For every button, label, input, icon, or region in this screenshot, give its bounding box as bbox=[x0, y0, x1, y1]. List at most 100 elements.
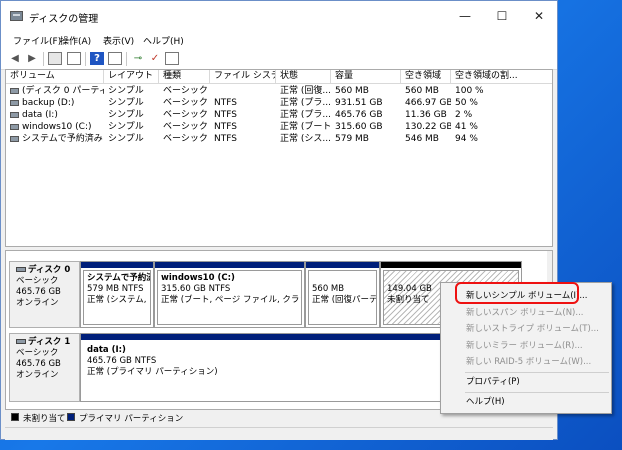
menu-help[interactable]: ヘルプ(H) bbox=[143, 34, 184, 47]
volume-cell-free-percent[interactable]: 94 % bbox=[451, 133, 552, 145]
partition-windows10[interactable]: windows10 (C:) 315.60 GB NTFS 正常 (ブート, ペ… bbox=[154, 261, 305, 328]
volume-cell-type[interactable]: ベーシック bbox=[159, 121, 210, 133]
partition-status: 正常 (回復パーテ bbox=[312, 295, 377, 305]
close-button[interactable]: ✕ bbox=[521, 1, 557, 31]
volume-cell-filesystem[interactable]: NTFS bbox=[210, 97, 276, 109]
volume-cell-filesystem[interactable]: NTFS bbox=[210, 109, 276, 121]
view-icon[interactable] bbox=[165, 52, 179, 65]
volume-icon bbox=[10, 123, 19, 130]
check-icon[interactable]: ✓ bbox=[148, 52, 162, 65]
volume-cell-filesystem[interactable]: NTFS bbox=[210, 133, 276, 145]
status-bar bbox=[5, 427, 553, 440]
volume-cell-capacity[interactable]: 315.60 GB bbox=[331, 121, 401, 133]
volume-cell-free-space[interactable]: 546 MB bbox=[401, 133, 451, 145]
col-filesystem[interactable]: ファイル システム bbox=[210, 70, 276, 84]
volume-cell-volume[interactable]: data (I:) bbox=[6, 109, 104, 121]
volume-cell-free-percent[interactable]: 41 % bbox=[451, 121, 552, 133]
legend-primary-label: プライマリ パーティション bbox=[79, 414, 184, 424]
connect-drive-icon[interactable]: ⊸ bbox=[131, 52, 145, 65]
menu-new-raid5-volume[interactable]: 新しい RAID-5 ボリューム(W)... bbox=[466, 356, 591, 369]
volume-cell-free-space[interactable]: 560 MB bbox=[401, 85, 451, 97]
disk-1-type: ベーシック bbox=[16, 348, 59, 358]
volume-name: (ディスク 0 パーティ... bbox=[22, 86, 104, 96]
volume-cell-layout[interactable]: シンプル bbox=[104, 121, 159, 133]
volume-cell-volume[interactable]: backup (D:) bbox=[6, 97, 104, 109]
console-tree-icon[interactable] bbox=[48, 52, 62, 65]
volume-cell-layout[interactable]: シンプル bbox=[104, 109, 159, 121]
legend-unallocated-swatch bbox=[11, 413, 19, 421]
volume-name: data (I:) bbox=[22, 110, 58, 120]
menu-action[interactable]: 操作(A) bbox=[60, 34, 91, 47]
help-icon[interactable]: ? bbox=[90, 52, 104, 65]
properties-icon[interactable] bbox=[108, 52, 122, 65]
menu-separator bbox=[465, 392, 609, 393]
toolbar-separator bbox=[85, 52, 86, 66]
menu-new-striped-volume[interactable]: 新しいストライプ ボリューム(T)... bbox=[466, 323, 599, 336]
volume-cell-status[interactable]: 正常 (シス... bbox=[276, 133, 331, 145]
menu-new-mirrored-volume[interactable]: 新しいミラー ボリューム(R)... bbox=[466, 340, 583, 353]
partition-recovery[interactable]: 560 MB 正常 (回復パーテ bbox=[305, 261, 380, 328]
volume-cell-type[interactable]: ベーシック bbox=[159, 85, 210, 97]
disk-0-label[interactable]: ディスク 0 ベーシック 465.76 GB オンライン bbox=[9, 261, 80, 328]
disk-icon bbox=[16, 339, 26, 344]
list-view-icon[interactable] bbox=[67, 52, 81, 65]
partition-bar bbox=[81, 262, 153, 268]
volume-name: システムで予約済み bbox=[22, 134, 103, 144]
disk-1-label[interactable]: ディスク 1 ベーシック 465.76 GB オンライン bbox=[9, 333, 80, 402]
volume-cell-capacity[interactable]: 931.51 GB bbox=[331, 97, 401, 109]
volume-cell-capacity[interactable]: 579 MB bbox=[331, 133, 401, 145]
volume-cell-free-percent[interactable]: 50 % bbox=[451, 97, 552, 109]
volume-cell-volume[interactable]: システムで予約済み bbox=[6, 133, 104, 145]
volume-cell-layout[interactable]: シンプル bbox=[104, 133, 159, 145]
volume-cell-free-space[interactable]: 130.22 GB bbox=[401, 121, 451, 133]
back-icon[interactable]: ◀ bbox=[8, 52, 22, 65]
volume-cell-volume[interactable]: windows10 (C:) bbox=[6, 121, 104, 133]
disk-1-status: オンライン bbox=[16, 370, 59, 380]
volume-cell-volume[interactable]: (ディスク 0 パーティ... bbox=[6, 85, 104, 97]
disk-0-status: オンライン bbox=[16, 298, 59, 308]
volume-cell-status[interactable]: 正常 (プラ... bbox=[276, 97, 331, 109]
volume-cell-capacity[interactable]: 560 MB bbox=[331, 85, 401, 97]
menu-bar: ファイル(F) 操作(A) 表示(V) ヘルプ(H) bbox=[1, 31, 557, 49]
volume-cell-type[interactable]: ベーシック bbox=[159, 97, 210, 109]
legend-primary-swatch bbox=[67, 413, 75, 421]
volume-cell-free-percent[interactable]: 100 % bbox=[451, 85, 552, 97]
volume-cell-capacity[interactable]: 465.76 GB bbox=[331, 109, 401, 121]
forward-icon[interactable]: ▶ bbox=[25, 52, 39, 65]
col-type[interactable]: 種類 bbox=[159, 70, 210, 84]
volume-cell-layout[interactable]: シンプル bbox=[104, 97, 159, 109]
minimize-button[interactable]: — bbox=[447, 1, 483, 31]
menu-view[interactable]: 表示(V) bbox=[103, 34, 134, 47]
menu-help-item[interactable]: ヘルプ(H) bbox=[466, 396, 505, 409]
volume-cell-free-space[interactable]: 11.36 GB bbox=[401, 109, 451, 121]
title-bar[interactable]: ディスクの管理 — ☐ ✕ bbox=[1, 1, 557, 31]
col-status[interactable]: 状態 bbox=[276, 70, 331, 84]
disk-0-type: ベーシック bbox=[16, 276, 59, 286]
partition-size: 315.60 GB NTFS bbox=[161, 284, 231, 294]
disk-1-size: 465.76 GB bbox=[16, 359, 61, 369]
col-free-percent[interactable]: 空き領域の割... bbox=[451, 70, 552, 84]
volume-cell-free-percent[interactable]: 2 % bbox=[451, 109, 552, 121]
col-free-space[interactable]: 空き領域 bbox=[401, 70, 451, 84]
col-volume[interactable]: ボリューム bbox=[6, 70, 104, 84]
menu-separator bbox=[465, 372, 609, 373]
menu-properties[interactable]: プロパティ(P) bbox=[466, 376, 520, 389]
menu-file[interactable]: ファイル(F) bbox=[13, 34, 61, 47]
maximize-button[interactable]: ☐ bbox=[484, 1, 520, 31]
volume-cell-filesystem[interactable] bbox=[210, 85, 276, 97]
volume-name: windows10 (C:) bbox=[22, 122, 92, 132]
volume-cell-type[interactable]: ベーシック bbox=[159, 109, 210, 121]
partition-system-reserved[interactable]: システムで予約済 579 MB NTFS 正常 (システム, ア bbox=[80, 261, 154, 328]
volume-cell-status[interactable]: 正常 (プラ... bbox=[276, 109, 331, 121]
volume-cell-status[interactable]: 正常 (ブート... bbox=[276, 121, 331, 133]
col-capacity[interactable]: 容量 bbox=[331, 70, 401, 84]
volume-cell-free-space[interactable]: 466.97 GB bbox=[401, 97, 451, 109]
highlight-box bbox=[455, 282, 579, 304]
volume-cell-filesystem[interactable]: NTFS bbox=[210, 121, 276, 133]
volume-cell-layout[interactable]: シンプル bbox=[104, 85, 159, 97]
menu-new-spanned-volume[interactable]: 新しいスパン ボリューム(N)... bbox=[466, 307, 583, 320]
volume-cell-status[interactable]: 正常 (回復... bbox=[276, 85, 331, 97]
col-layout[interactable]: レイアウト bbox=[104, 70, 159, 84]
volume-cell-type[interactable]: ベーシック bbox=[159, 133, 210, 145]
toolbar-separator bbox=[126, 52, 127, 66]
